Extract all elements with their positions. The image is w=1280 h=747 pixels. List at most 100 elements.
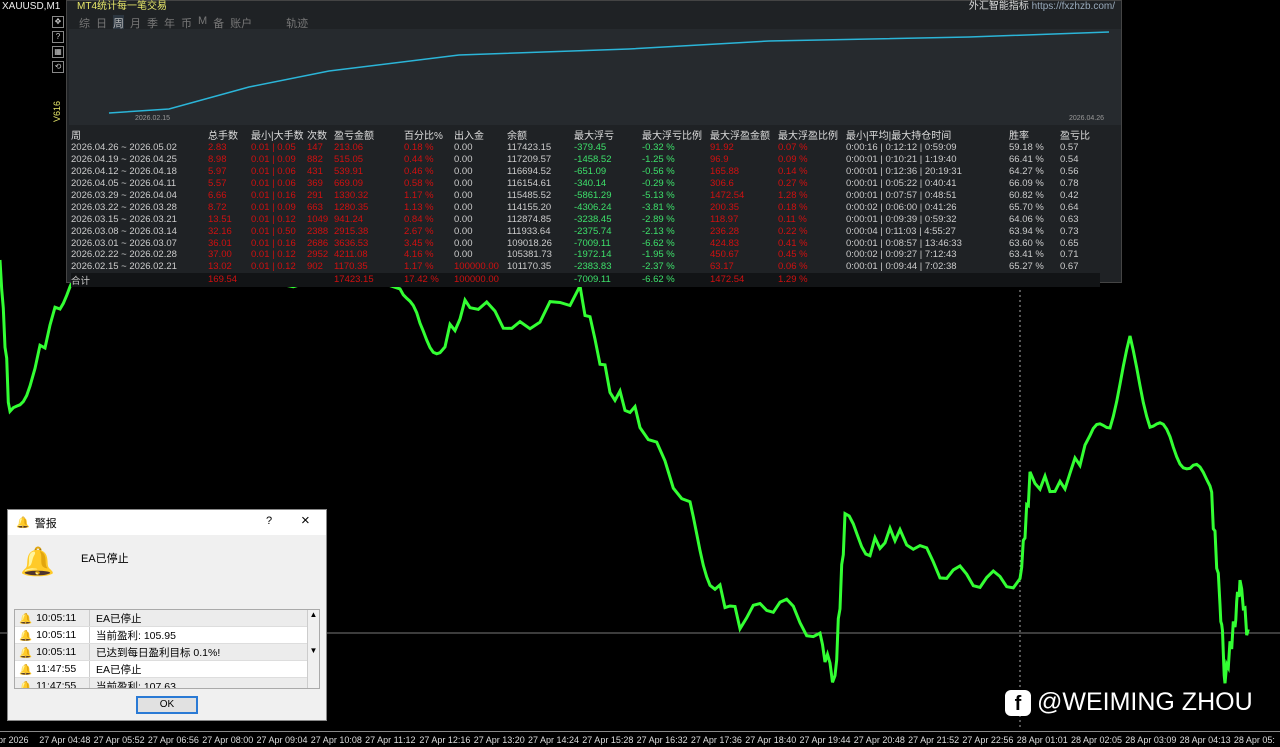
column-header: 最小|平均|最大持仓时间 [846,131,952,142]
column-header: 盈亏金额 [334,131,374,142]
table-cell: 5.57 [208,178,227,190]
table-cell: 0:00:02 | 0:09:27 | 7:12:43 [846,249,957,261]
table-cell: 0.58 % [404,178,434,190]
table-cell: 1170.35 [334,261,368,273]
table-row[interactable]: 2026.03.15 ~ 2026.03.21 13.51 0.01 | 0.12 1… [71,213,1100,225]
table-cell: -2383.83 [574,261,612,273]
table-row[interactable]: 2026.04.19 ~ 2026.04.25 8.98 0.01 | 0.09 88… [71,154,1100,166]
dialog-header: 🔔 警报 ? × [8,510,326,535]
alert-text: 当前盈利: 107.63 [96,680,176,689]
refresh-icon[interactable]: ⟲ [52,61,64,73]
time-label: 28 Apr 05: [1233,735,1275,745]
table-cell: 8.72 [208,201,227,213]
table-cell: 941.24 [334,213,364,225]
total-cell: 17.42 % [404,272,454,287]
column-header: 最大浮盈比例 [778,131,838,142]
help-button[interactable]: ? [266,515,272,527]
table-cell: 1.13 % [404,201,434,213]
table-cell: -3.81 % [642,201,675,213]
table-cell: 3.45 % [404,237,434,249]
table-cell: 0.00 [454,213,473,225]
bell-icon: 🔔 [19,646,33,659]
table-cell: 0.00 [454,249,473,261]
total-row: 合计 169.54 17423.15 17.42 % 100000.00 -7009.11… [71,272,1100,287]
grid-icon[interactable]: ▦ [52,46,64,58]
table-row[interactable]: 2026.04.26 ~ 2026.05.02 2.83 0.01 | 0.05 14… [71,142,1100,154]
table-cell: -6.62 % [642,237,675,249]
alert-list[interactable]: 🔔 10:05:11 EA已停止 🔔 10:05:11 当前盈利: 105.95 🔔 10:0… [14,609,320,689]
table-row[interactable]: 2026.03.08 ~ 2026.03.14 32.16 0.01 | 0.50 2… [71,225,1100,237]
table-cell: 0.44 % [404,154,434,166]
table-cell: 0.01 | 0.12 [251,213,296,225]
table-row[interactable]: 2026.04.05 ~ 2026.04.11 5.57 0.01 | 0.06 36… [71,178,1100,190]
alert-item[interactable]: 🔔 10:05:11 当前盈利: 105.95 [15,627,319,644]
table-cell: 118.97 [710,213,739,225]
table-cell: 669.09 [334,178,364,190]
total-cell: 169.54 [208,272,251,287]
total-cell [251,272,307,287]
table-cell: 3636.53 [334,237,369,249]
equity-curve: 2026.02.15 2026.04.26 [69,29,1121,125]
table-row[interactable]: 2026.03.22 ~ 2026.03.28 8.72 0.01 | 0.09 66… [71,201,1100,213]
table-cell: -1458.52 [574,154,612,166]
table-row[interactable]: 2026.04.12 ~ 2026.04.18 5.97 0.01 | 0.06 43… [71,166,1100,178]
alert-time: 🔔 10:05:11 [15,627,90,643]
table-cell: 0.01 | 0.09 [251,201,296,213]
close-button[interactable]: × [301,512,310,529]
time-label: 27 Apr 20:48 [853,735,905,745]
table-cell: 0.00 [454,166,473,178]
table-cell: 369 [307,178,323,190]
brand-url[interactable]: https://fxzhzb.com/ [1032,1,1115,12]
table-cell: 0.42 [1060,190,1079,201]
alert-item[interactable]: 🔔 11:47:55 当前盈利: 107.63 [15,678,319,689]
ok-button[interactable]: OK [136,696,198,714]
time-label: 27 Apr 06:56 [147,735,199,745]
table-cell: -1.95 % [642,249,675,261]
table-cell: 0:00:01 | 0:09:39 | 0:59:32 [846,213,957,225]
table-cell: 0.27 % [778,178,808,190]
table-cell: 1472.54 [710,190,745,201]
table-cell: 116154.61 [507,178,552,190]
table-row[interactable]: 2026.02.15 ~ 2026.02.21 13.02 0.01 | 0.12 9… [71,261,1100,273]
move-icon[interactable]: ✥ [52,16,64,28]
table-row[interactable]: 2026.02.22 ~ 2026.02.28 37.00 0.01 | 0.12 2… [71,249,1100,261]
column-header: 百分比% [404,131,443,142]
table-cell: 0.54 [1060,154,1079,166]
table-cell: 13.02 [208,261,232,273]
table-cell: 0.01 | 0.09 [251,154,296,166]
table-cell: 2026.02.22 ~ 2026.02.28 [71,249,177,261]
time-label: 27 Apr 08:00 [202,735,254,745]
table-cell: 0.63 [1060,213,1079,225]
facebook-icon: f [1005,689,1031,716]
table-cell: 2.83 [208,142,227,154]
table-cell: 306.6 [710,178,734,190]
table-header: 周 总手数 最小|大手数 次数 盈亏金额 百分比% 出入金 余额 最大浮亏 最大浮亏比例 最大浮盈金… [71,127,1100,142]
alert-item[interactable]: 🔔 11:47:55 EA已停止 [15,661,319,678]
table-cell: -4306.24 [574,201,612,213]
table-cell: 37.00 [208,249,232,261]
table-cell: 0.01 | 0.16 [251,190,296,201]
table-cell: 2388 [307,225,329,237]
table-cell: 0.84 % [404,213,434,225]
table-cell: 902 [307,261,323,273]
scrollbar[interactable]: ▲ ▼ [307,610,319,688]
alert-time: 🔔 10:05:11 [15,610,90,626]
table-cell: 101170.35 [507,261,552,273]
table-cell: 100000.00 [454,261,499,273]
table-cell: -1.25 % [642,154,675,166]
time-label: 27 Apr 14:24 [528,735,580,745]
table-cell: 65.70 % [1009,201,1044,213]
table-cell: 882 [307,154,323,166]
table-cell: 0.09 % [778,154,808,166]
table-row[interactable]: 2026.03.29 ~ 2026.04.04 6.66 0.01 | 0.16 29… [71,190,1100,202]
table-cell: -3238.45 [574,213,612,225]
table-row[interactable]: 2026.03.01 ~ 2026.03.07 36.01 0.01 | 0.16 2… [71,237,1100,249]
table-cell: 147 [307,142,323,154]
alert-item[interactable]: 🔔 10:05:11 已达到每日盈利目标 0.1%! [15,644,319,661]
help-icon[interactable]: ? [52,31,64,43]
time-label: 28 Apr 01:01 [1016,735,1068,745]
alert-time-text: 10:05:11 [36,629,77,641]
time-label: 27 Apr 22:56 [962,735,1014,745]
table-cell: 64.06 % [1009,213,1044,225]
alert-item[interactable]: 🔔 10:05:11 EA已停止 [15,610,319,627]
